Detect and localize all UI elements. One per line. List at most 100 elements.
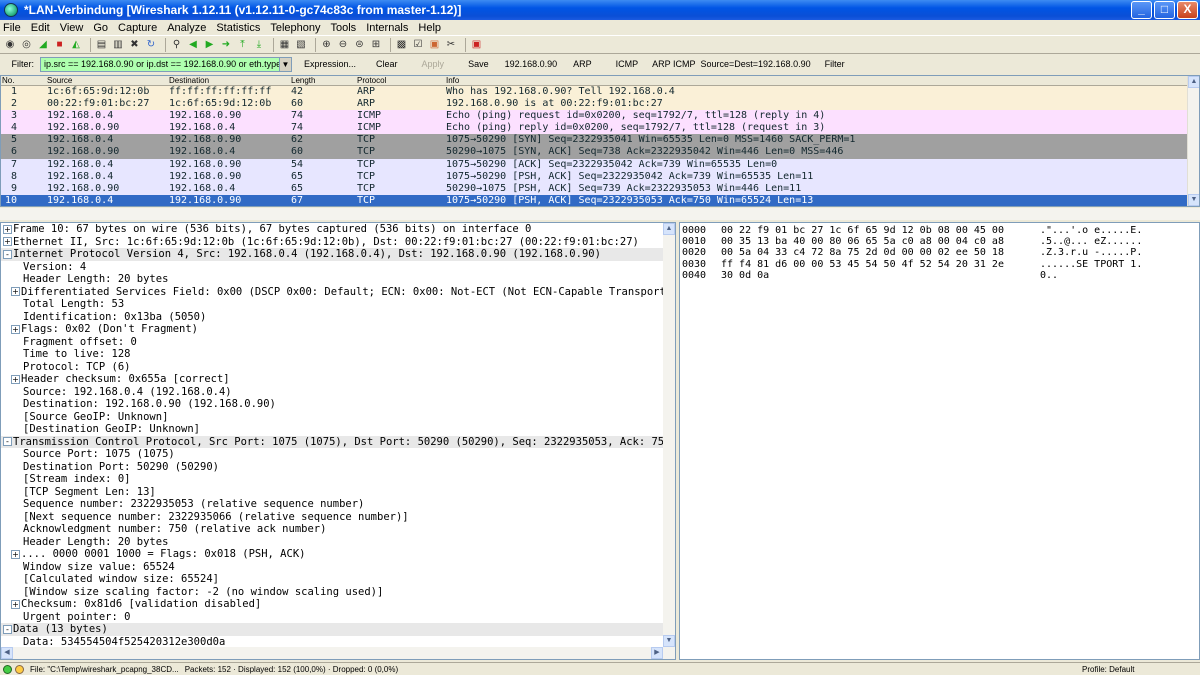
tree-item[interactable]: Header Length: 20 bytes bbox=[1, 273, 675, 286]
filter-button-ip[interactable]: 192.168.0.90 bbox=[505, 59, 558, 69]
filter-button-source-dest[interactable]: Source=Dest=192.168.0.90 bbox=[701, 59, 811, 69]
menu-view[interactable]: View bbox=[60, 22, 84, 34]
help-icon[interactable]: ▣ bbox=[470, 38, 484, 52]
tree-item[interactable]: [Next sequence number: 2322935066 (relat… bbox=[1, 511, 675, 524]
tree-item[interactable]: [Destination GeoIP: Unknown] bbox=[1, 423, 675, 436]
tree-item[interactable]: Source: 192.168.0.4 (192.168.0.4) bbox=[1, 386, 675, 399]
clear-button[interactable]: Clear bbox=[376, 59, 398, 69]
packet-list-vscrollbar[interactable]: ▲ ▼ bbox=[1187, 76, 1199, 206]
coloring-rules-icon[interactable]: ▣ bbox=[428, 38, 442, 52]
options-icon[interactable]: ◎ bbox=[20, 38, 34, 52]
tree-item[interactable]: [Source GeoIP: Unknown] bbox=[1, 411, 675, 424]
table-row[interactable]: 5 192.168.0.4 192.168.0.90 62 TCP 1075→50290 … bbox=[1, 134, 1189, 147]
restart-icon[interactable]: ◭ bbox=[69, 38, 83, 52]
menu-tools[interactable]: Tools bbox=[331, 22, 357, 34]
zoom-normal-icon[interactable]: ⊜ bbox=[353, 38, 367, 52]
column-header-info[interactable]: Info bbox=[446, 76, 459, 85]
close-file-icon[interactable]: ✖ bbox=[128, 38, 142, 52]
preferences-icon[interactable]: ✂ bbox=[444, 38, 458, 52]
tree-item[interactable]: - Data (13 bytes) bbox=[1, 623, 675, 636]
table-row[interactable]: 10 192.168.0.4 192.168.0.90 67 TCP 1075→50290… bbox=[1, 194, 1189, 206]
filter-button-arp-icmp[interactable]: ARP ICMP bbox=[652, 59, 695, 69]
tree-item[interactable]: Source Port: 1075 (1075) bbox=[1, 448, 675, 461]
minimize-button[interactable]: _ bbox=[1131, 1, 1152, 19]
find-icon[interactable]: ⚲ bbox=[170, 38, 184, 52]
column-header-length[interactable]: Length bbox=[291, 76, 315, 85]
filter-dropdown-button[interactable]: ▼ bbox=[280, 56, 292, 72]
menu-internals[interactable]: Internals bbox=[366, 22, 408, 34]
save-icon[interactable]: ▥ bbox=[111, 38, 125, 52]
table-row[interactable]: 9 192.168.0.90 192.168.0.4 65 TCP 50290→1075 … bbox=[1, 182, 1189, 195]
tree-item[interactable]: Acknowledgment number: 750 (relative ack… bbox=[1, 523, 675, 536]
hex-row[interactable]: 0020 00 5a 04 33 c4 72 8a 75 2d 0d 00 00 … bbox=[680, 247, 1199, 258]
menu-go[interactable]: Go bbox=[93, 22, 108, 34]
first-icon[interactable]: ⤒ bbox=[236, 38, 250, 52]
tree-item[interactable]: [Calculated window size: 65524] bbox=[1, 573, 675, 586]
expand-icon[interactable]: + bbox=[11, 549, 20, 559]
tree-item[interactable]: + Checksum: 0x81d6 [validation disabled] bbox=[1, 598, 675, 611]
expression-button[interactable]: Expression... bbox=[304, 59, 356, 69]
autoscroll-icon[interactable]: ▧ bbox=[294, 38, 308, 52]
forward-icon[interactable]: ▶ bbox=[203, 38, 217, 52]
hex-row[interactable]: 0010 00 35 13 ba 40 00 80 06 65 5a c0 a8 … bbox=[680, 236, 1199, 247]
menu-capture[interactable]: Capture bbox=[118, 22, 157, 34]
goto-icon[interactable]: ➜ bbox=[219, 38, 233, 52]
table-row[interactable]: 2 00:22:f9:01:bc:27 1c:6f:65:9d:12:0b 60 ARP… bbox=[1, 98, 1189, 111]
expand-icon[interactable]: + bbox=[3, 237, 12, 246]
tree-item[interactable]: +.... 0000 0001 1000 = Flags: 0x018 (PSH… bbox=[1, 548, 675, 561]
capture-filters-icon[interactable]: ▩ bbox=[395, 38, 409, 52]
scroll-left-icon[interactable]: ◀ bbox=[1, 647, 13, 659]
status-profile[interactable]: Profile: Default bbox=[1076, 665, 1134, 674]
menu-statistics[interactable]: Statistics bbox=[216, 22, 260, 34]
expert-info-icon[interactable] bbox=[3, 664, 12, 674]
tree-item[interactable]: Sequence number: 2322935053 (relative se… bbox=[1, 498, 675, 511]
menu-file[interactable]: File bbox=[3, 22, 21, 34]
column-header-source[interactable]: Source bbox=[47, 76, 72, 85]
filter-button-filter[interactable]: Filter bbox=[825, 59, 845, 69]
table-row[interactable]: 7 192.168.0.4 192.168.0.90 54 TCP 1075→50290 … bbox=[1, 158, 1189, 171]
packet-details-hscrollbar[interactable]: ◀ ▶ bbox=[1, 647, 675, 659]
zoom-in-icon[interactable]: ⊕ bbox=[320, 38, 334, 52]
tree-item[interactable]: + Flags: 0x02 (Don't Fragment) bbox=[1, 323, 675, 336]
menu-telephony[interactable]: Telephony bbox=[270, 22, 320, 34]
column-header-protocol[interactable]: Protocol bbox=[357, 76, 386, 85]
reload-icon[interactable]: ↻ bbox=[144, 38, 158, 52]
table-row[interactable]: 6 192.168.0.90 192.168.0.4 60 TCP 50290→1075 … bbox=[1, 146, 1189, 159]
hex-row[interactable]: 0030 ff f4 81 d6 00 00 53 45 54 50 4f 52 … bbox=[680, 259, 1199, 270]
column-header-no[interactable]: No. bbox=[2, 76, 14, 85]
tree-item[interactable]: + Header checksum: 0x655a [correct] bbox=[1, 373, 675, 386]
hex-row[interactable]: 0040 30 0d 0a 0.. bbox=[680, 270, 1199, 281]
table-row[interactable]: 1 1c:6f:65:9d:12:0b ff:ff:ff:ff:ff:ff 42 ARP… bbox=[1, 86, 1189, 99]
collapse-icon[interactable]: - bbox=[3, 624, 12, 634]
maximize-button[interactable]: □ bbox=[1154, 1, 1175, 19]
packet-details-vscrollbar[interactable]: ▲ ▼ bbox=[663, 223, 675, 647]
zoom-out-icon[interactable]: ⊖ bbox=[336, 38, 350, 52]
expand-icon[interactable]: + bbox=[3, 224, 12, 234]
display-filters-icon[interactable]: ☑ bbox=[411, 38, 425, 52]
scroll-down-icon[interactable]: ▼ bbox=[663, 635, 675, 647]
interfaces-icon[interactable]: ◉ bbox=[3, 38, 17, 52]
close-button[interactable]: X bbox=[1177, 1, 1198, 19]
open-icon[interactable]: ▤ bbox=[95, 38, 109, 52]
expand-icon[interactable]: + bbox=[11, 324, 20, 334]
tree-item[interactable]: [Window size scaling factor: -2 (no wind… bbox=[1, 586, 675, 599]
start-icon[interactable]: ◢ bbox=[36, 38, 50, 52]
last-icon[interactable]: ⤓ bbox=[252, 38, 266, 52]
scroll-up-icon[interactable]: ▲ bbox=[1188, 76, 1199, 88]
collapse-icon[interactable]: - bbox=[3, 249, 12, 259]
collapse-icon[interactable]: - bbox=[3, 437, 12, 446]
tree-item[interactable]: Urgent pointer: 0 bbox=[1, 611, 675, 624]
filter-button-icmp[interactable]: ICMP bbox=[616, 59, 639, 69]
scroll-right-icon[interactable]: ▶ bbox=[651, 647, 663, 659]
tree-item[interactable]: Total Length: 53 bbox=[1, 298, 675, 311]
tree-item[interactable]: Destination Port: 50290 (50290) bbox=[1, 461, 675, 474]
tree-item[interactable]: Fragment offset: 0 bbox=[1, 336, 675, 349]
tree-item[interactable]: + Frame 10: 67 bytes on wire (536 bits), … bbox=[1, 223, 675, 236]
tree-item[interactable]: + Differentiated Services Field: 0x00 (DS… bbox=[1, 286, 675, 299]
column-header-destination[interactable]: Destination bbox=[169, 76, 209, 85]
stop-icon[interactable]: ■ bbox=[53, 38, 67, 52]
resize-columns-icon[interactable]: ⊞ bbox=[369, 38, 383, 52]
table-row[interactable]: 8 192.168.0.4 192.168.0.90 65 TCP 1075→50290 … bbox=[1, 170, 1189, 183]
expand-icon[interactable]: + bbox=[11, 374, 20, 384]
tree-item[interactable]: Identification: 0x13ba (5050) bbox=[1, 311, 675, 324]
